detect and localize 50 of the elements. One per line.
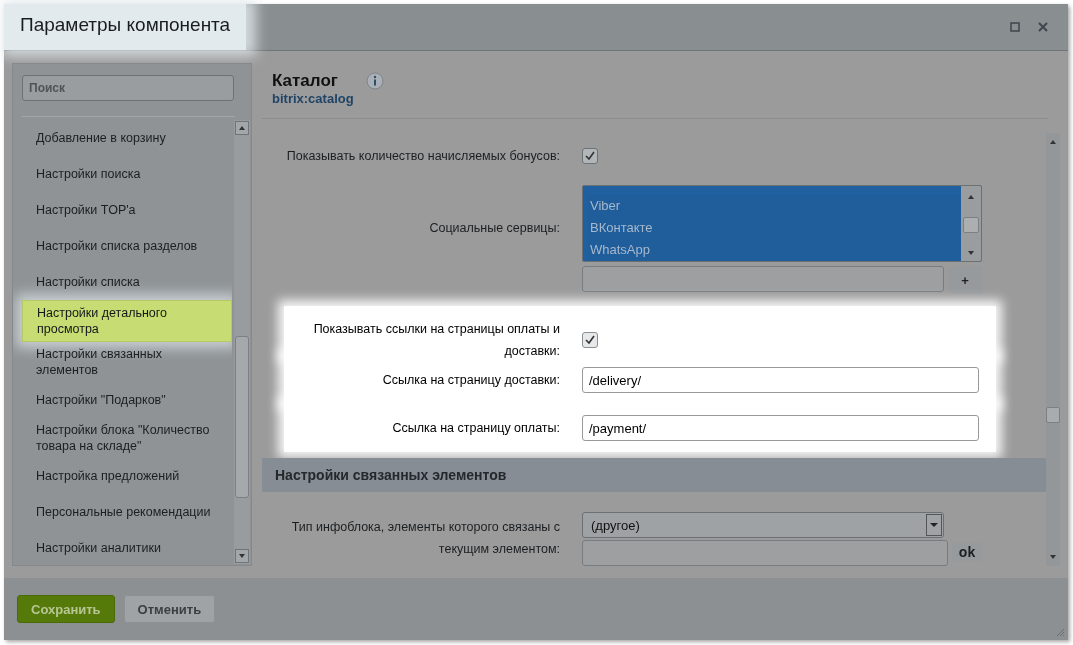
cancel-button[interactable]: Отменить — [123, 595, 216, 623]
maximize-icon[interactable] — [1010, 22, 1020, 32]
list-option[interactable]: WhatsApp — [588, 239, 961, 261]
scroll-down-icon[interactable] — [235, 549, 249, 563]
window-title: Параметры компонента — [4, 4, 247, 50]
sidebar-item[interactable]: Настройки аналитики — [22, 530, 232, 565]
sidebar-item[interactable]: Персональные рекомендации — [22, 494, 232, 530]
save-button[interactable]: Сохранить — [17, 595, 115, 623]
ok-button[interactable]: ok — [952, 543, 982, 561]
sidebar-item[interactable]: Настройки списка разделов — [22, 228, 232, 264]
component-code-link[interactable]: bitrix:catalog — [272, 91, 354, 106]
scroll-thumb[interactable] — [1046, 406, 1060, 423]
field-label: Ссылка на страницу доставки: — [381, 372, 560, 389]
component-name: Каталог — [272, 71, 338, 91]
input-field[interactable] — [582, 266, 944, 292]
search-field[interactable]: Поиск — [22, 75, 234, 101]
field-label: Социальные сервицы: — [428, 220, 560, 237]
field-label: Показывать ссылки на страницы оплаты и доставки: — [312, 321, 560, 360]
sidebar-item[interactable]: Настройки детального просмотра — [22, 300, 232, 342]
list-option[interactable]: Viber — [588, 195, 961, 217]
input-field[interactable]: /delivery/ — [582, 367, 979, 393]
sidebar-item[interactable]: Настройки списка — [22, 264, 232, 300]
list-option[interactable]: ВКонтакте — [588, 217, 961, 239]
input-field[interactable]: /payment/ — [582, 415, 979, 441]
sidebar-item[interactable]: Добавление в корзину — [22, 120, 232, 156]
scroll-up-icon[interactable] — [235, 121, 249, 135]
info-icon[interactable] — [365, 72, 384, 90]
input-field[interactable] — [582, 540, 948, 566]
checkbox[interactable] — [582, 148, 598, 164]
sidebar-item[interactable]: Настройки TOP'а — [22, 192, 232, 228]
scroll-thumb[interactable] — [235, 336, 249, 498]
resize-grip-icon[interactable] — [1055, 627, 1065, 637]
close-icon[interactable] — [1038, 22, 1048, 32]
listbox[interactable]: Viber ВКонтакте WhatsApp — [582, 185, 982, 262]
scrollbar[interactable] — [961, 186, 981, 261]
field-label: Ссылка на страницу оплаты: — [391, 420, 560, 437]
sidebar-item[interactable]: Настройки связанных элементов — [22, 342, 232, 382]
add-button[interactable]: + — [948, 266, 982, 294]
sidebar-item[interactable]: Настройка предложений — [22, 458, 232, 494]
sidebar-item[interactable]: Настройки "Подарков" — [22, 382, 232, 418]
scrollbar[interactable] — [1046, 133, 1060, 566]
section-header: Настройки связанных элементов — [262, 458, 1046, 492]
field-label: Показывать количество начисляемых бонусов: — [285, 148, 560, 165]
scrollbar[interactable] — [234, 120, 250, 564]
dropdown[interactable]: (другое) — [582, 512, 944, 538]
sidebar-item[interactable]: Настройки блока "Количество товара на складе" — [22, 418, 232, 458]
field-label: Тип инфоблока, элементы которого связаны с текущим элементом: — [290, 519, 560, 558]
checkbox[interactable] — [582, 332, 598, 348]
sidebar-item[interactable]: Настройки поиска — [22, 156, 232, 192]
scroll-thumb[interactable] — [963, 217, 979, 233]
